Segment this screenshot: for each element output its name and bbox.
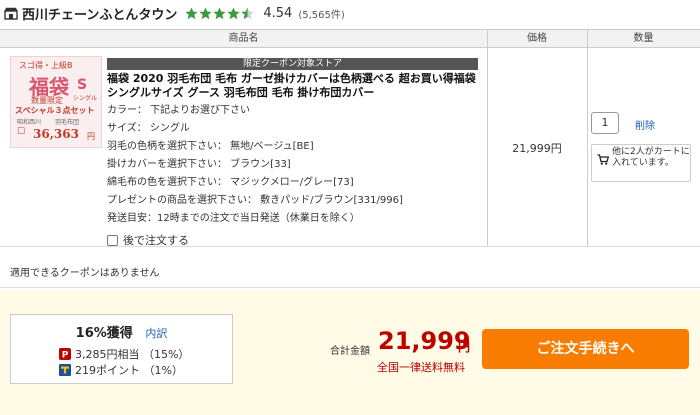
- rating-value: 4.54: [263, 5, 293, 21]
- order-summary: 16%獲得 内訳 P 3,285円相当 （15%） 219ポイント （1%） 合…: [0, 290, 700, 415]
- attr-color: カラー： 下記よりお選び下さい: [107, 105, 250, 116]
- rakuten-pay-icon: P: [59, 348, 71, 360]
- points-line: P 3,285円相当 （15%）: [59, 346, 189, 362]
- thumb-yen: 円: [87, 132, 95, 141]
- header-quantity: 数量: [633, 33, 654, 44]
- star-icon: [185, 7, 241, 19]
- product-thumbnail[interactable]: スゴ得・上級B 福袋 S シングル 数量限定 スペシャル３点セット 昭和西川 羽…: [10, 56, 102, 148]
- attr-blanket-color: 綿毛布の色を選択下さい： マジックメロー/グレー[73]: [107, 177, 354, 188]
- rating-stars: [185, 7, 255, 20]
- cart-item-row: スゴ得・上級B 福袋 S シングル 数量限定 スペシャル３点セット 昭和西川 羽…: [0, 48, 700, 248]
- attr-cover: 掛けカバーを選択下さい： ブラウン[33]: [107, 159, 291, 170]
- attr-shipping-estimate: 発送目安：12時までの注文で当日発送（休業日を除く）: [107, 213, 360, 224]
- shop-icon: [4, 7, 18, 20]
- thumb-size-letter: S: [77, 77, 88, 93]
- cart-icon: [597, 154, 609, 165]
- total-label: 合計金額: [330, 346, 370, 357]
- shop-name[interactable]: 西川チェーンふとんタウン: [22, 4, 177, 23]
- review-count[interactable]: (5,565件): [298, 6, 344, 21]
- points-line-text: 3,285円相当 （15%）: [75, 348, 190, 361]
- points-box: 16%獲得 内訳 P 3,285円相当 （15%） 219ポイント （1%）: [10, 314, 233, 384]
- shop-header: 西川チェーンふとんタウン 4.54 (5,565件): [0, 0, 700, 26]
- quantity-input[interactable]: 1: [591, 112, 619, 134]
- thumb-set: スペシャル３点セット: [15, 106, 95, 115]
- attr-present: プレゼントの商品を選択下さい： 敷きパッド/ブラウン[331/996]: [107, 195, 403, 206]
- points-headline-row: 16%獲得 内訳: [11, 322, 232, 341]
- table-header: 商品名 価格 数量: [0, 30, 700, 48]
- cart-notice: 他に2人がカートに入れています。: [591, 144, 691, 182]
- total-amount: 21,999: [378, 327, 471, 355]
- points-detail-link[interactable]: 内訳: [145, 327, 167, 340]
- thumb-badge: スゴ得・上級B: [19, 61, 73, 70]
- thumb-price: 36,363: [33, 127, 79, 141]
- attr-size: サイズ： シングル: [107, 123, 190, 134]
- attr-down-pattern: 羽毛の色柄を選択下さい： 無地/ベージュ[BE]: [107, 141, 314, 152]
- thumb-brand: 昭和西川: [17, 119, 42, 126]
- svg-text:P: P: [62, 351, 69, 361]
- coupon-row: 適用できるクーポンはありません: [0, 246, 700, 288]
- thumb-item: 羽毛布団: [55, 119, 80, 126]
- points-headline: 16%獲得: [75, 326, 133, 341]
- campaign-label: 限定クーポン対象ストア: [107, 58, 478, 70]
- header-product: 商品名: [228, 33, 259, 44]
- points-line: 219ポイント （1%）: [59, 362, 183, 378]
- item-attributes: カラー： 下記よりお選び下さい サイズ： シングル 羽毛の色柄を選択下さい： 無…: [107, 102, 478, 228]
- order-later-checkbox[interactable]: [107, 234, 118, 246]
- total-yen: 円: [458, 340, 471, 354]
- item-title[interactable]: 福袋 2020 羽毛布団 毛布 ガーゼ掛けカバーは色柄選べる 超お買い得福袋 シ…: [107, 72, 478, 100]
- checkout-button[interactable]: ご注文手続きへ: [482, 329, 689, 369]
- delete-link[interactable]: 削除: [635, 117, 655, 132]
- cart-table: 商品名 価格 数量: [0, 29, 700, 48]
- t-point-icon: [59, 364, 71, 376]
- item-info: 限定クーポン対象ストア 福袋 2020 羽毛布団 毛布 ガーゼ掛けカバーは色柄選…: [107, 58, 478, 248]
- header-price: 価格: [527, 33, 547, 44]
- thumb-price-mark: ☐: [17, 127, 26, 137]
- thumb-size: シングル: [73, 95, 98, 102]
- coupon-text: 適用できるクーポンはありません: [10, 268, 160, 279]
- free-shipping-note: 全国一律送料無料: [377, 361, 465, 374]
- points-line-text: 219ポイント （1%）: [75, 364, 183, 377]
- item-price: 21,999円: [512, 142, 562, 155]
- cart-notice-text: 他に2人がカートに入れています。: [612, 147, 690, 168]
